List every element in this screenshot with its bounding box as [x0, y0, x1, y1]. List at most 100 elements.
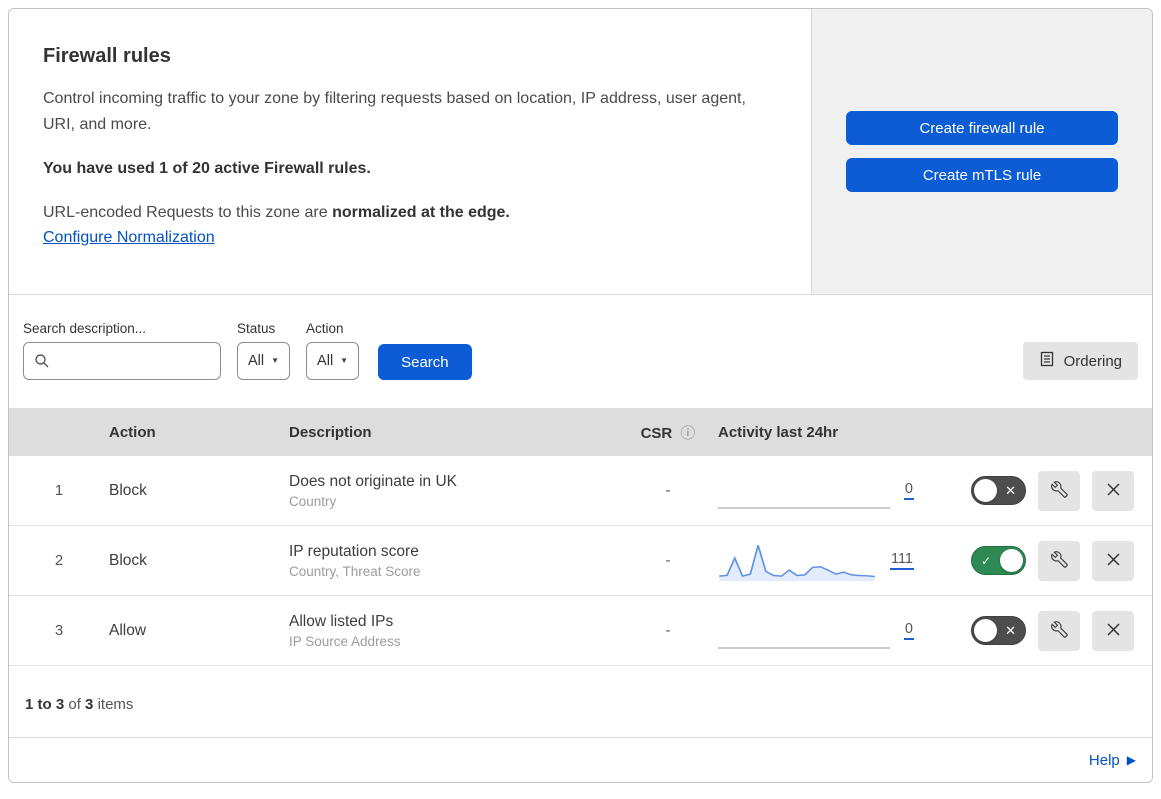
activity-count-link[interactable]: 0 [903, 621, 914, 641]
rule-csr: - [665, 482, 671, 499]
toggle-knob [974, 619, 997, 642]
ordering-button-label: Ordering [1063, 352, 1122, 370]
pagination-range: 1 to 3 [25, 696, 65, 713]
rule-description: Allow listed IPs [289, 612, 394, 630]
action-filter-group: Action All ▼ [306, 321, 360, 380]
info-icon[interactable]: ⓘ [680, 425, 695, 442]
page-description: Control incoming traffic to your zone by… [43, 90, 746, 133]
intro-section: Firewall rules Control incoming traffic … [9, 9, 1152, 295]
create-mtls-rule-button[interactable]: Create mTLS rule [846, 158, 1118, 192]
table-row: 2 Block IP reputation score Country, Thr… [9, 526, 1152, 596]
create-firewall-rule-button[interactable]: Create firewall rule [846, 111, 1118, 145]
x-icon [1106, 622, 1121, 640]
rule-description: IP reputation score [289, 542, 419, 560]
rule-activity-cell: 111 [718, 540, 928, 582]
action-filter-label: Action [306, 321, 344, 336]
search-icon [34, 353, 50, 374]
edit-rule-button[interactable] [1038, 610, 1080, 651]
action-filter-select[interactable]: All ▼ [306, 342, 360, 380]
rule-csr: - [665, 552, 671, 569]
header-csr: CSR ⓘ [618, 422, 718, 443]
delete-rule-button[interactable] [1092, 470, 1134, 511]
normalization-note: URL-encoded Requests to this zone are no… [43, 204, 771, 222]
rule-criteria: Country, Threat Score [289, 563, 421, 579]
rule-controls: ✕ [928, 470, 1152, 511]
pagination-summary: 1 to 3 of 3 items [9, 666, 1152, 738]
firewall-rules-panel: Firewall rules Control incoming traffic … [8, 8, 1153, 783]
table-row: 3 Allow Allow listed IPs IP Source Addre… [9, 596, 1152, 666]
x-icon [1106, 482, 1121, 500]
activity-count-link[interactable]: 111 [889, 551, 914, 571]
intro-card: Firewall rules Control incoming traffic … [9, 9, 812, 294]
rule-priority: 1 [54, 482, 64, 499]
rule-activity-cell: 0 [718, 473, 928, 509]
rule-action: Block [109, 481, 147, 499]
action-filter-value: All [317, 353, 334, 369]
filter-bar: Search description... Status All ▼ Actio… [9, 295, 1152, 408]
status-filter-group: Status All ▼ [237, 321, 291, 380]
search-input-wrapper [23, 342, 221, 380]
rule-criteria: IP Source Address [289, 633, 401, 649]
configure-normalization-link[interactable]: Configure Normalization [43, 229, 215, 246]
rule-enabled-toggle[interactable]: ✓ [971, 546, 1026, 575]
x-icon: ✕ [1005, 622, 1016, 638]
header-description: Description [289, 423, 372, 441]
wrench-icon [1050, 550, 1068, 571]
table-row: 1 Block Does not originate in UK Country… [9, 456, 1152, 526]
rule-description-cell: Does not originate in UK Country [289, 473, 618, 509]
check-icon: ✓ [981, 553, 992, 568]
chevron-down-icon: ▼ [271, 356, 280, 365]
activity-count-link[interactable]: 0 [903, 481, 914, 501]
x-icon [1106, 552, 1121, 570]
normalization-note-bold: normalized at the edge. [332, 203, 510, 221]
cta-panel: Create firewall rule Create mTLS rule [812, 9, 1152, 294]
usage-summary: You have used 1 of 20 active Firewall ru… [43, 159, 371, 177]
status-filter-label: Status [237, 321, 276, 336]
rule-enabled-toggle[interactable]: ✕ [971, 616, 1026, 645]
header-csr-label: CSR [640, 424, 673, 442]
pagination-items: items [97, 696, 134, 713]
edit-rule-button[interactable] [1038, 470, 1080, 511]
ordering-list-icon [1039, 351, 1055, 371]
wrench-icon [1050, 620, 1068, 641]
help-bar: Help ▶ [9, 738, 1152, 782]
ordering-button[interactable]: Ordering [1022, 342, 1138, 380]
status-filter-value: All [248, 353, 265, 369]
table-header: Action Description CSR ⓘ Activity last 2… [9, 408, 1152, 456]
search-field-label: Search description... [23, 321, 147, 336]
wrench-icon [1050, 480, 1068, 501]
rule-criteria: Country [289, 493, 337, 509]
header-activity: Activity last 24hr [718, 423, 839, 441]
status-filter-select[interactable]: All ▼ [237, 342, 291, 380]
rule-controls: ✕ [928, 610, 1152, 651]
toggle-knob [974, 479, 997, 502]
search-field-group: Search description... [23, 321, 221, 380]
pagination-of: of [68, 696, 81, 713]
rule-description-cell: IP reputation score Country, Threat Scor… [289, 543, 618, 579]
delete-rule-button[interactable] [1092, 610, 1134, 651]
chevron-down-icon: ▼ [340, 356, 349, 365]
activity-sparkline-empty [718, 473, 890, 509]
x-icon: ✕ [1005, 482, 1016, 498]
rule-description: Does not originate in UK [289, 472, 458, 490]
delete-rule-button[interactable] [1092, 540, 1134, 581]
search-input[interactable] [23, 342, 221, 380]
pagination-total: 3 [85, 696, 94, 713]
rule-csr: - [665, 622, 671, 639]
normalization-note-text: URL-encoded Requests to this zone are [43, 203, 333, 221]
rule-activity-cell: 0 [718, 613, 928, 649]
rule-action: Allow [109, 621, 147, 639]
help-link[interactable]: Help [1089, 752, 1120, 769]
edit-rule-button[interactable] [1038, 540, 1080, 581]
help-arrow-icon[interactable]: ▶ [1127, 753, 1136, 767]
rule-enabled-toggle[interactable]: ✕ [971, 476, 1026, 505]
rule-controls: ✓ [928, 540, 1152, 581]
search-button[interactable]: Search [378, 344, 472, 380]
rule-priority: 2 [54, 552, 64, 569]
page-title: Firewall rules [43, 45, 171, 67]
rule-action: Block [109, 551, 147, 569]
rule-priority: 3 [54, 622, 64, 639]
header-action: Action [109, 423, 156, 441]
activity-sparkline-empty [718, 613, 890, 649]
rule-description-cell: Allow listed IPs IP Source Address [289, 613, 618, 649]
